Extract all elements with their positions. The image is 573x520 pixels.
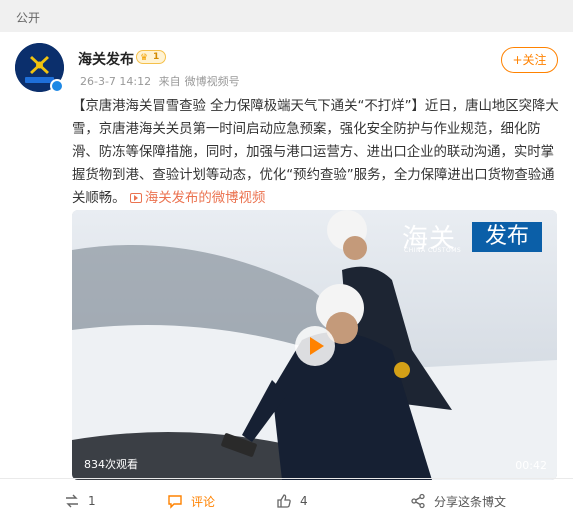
- post-body: 【京唐港海关冒雪查验 全力保障极端天气下通关“不打烊”】近日，唐山地区突降大雪，…: [72, 99, 559, 206]
- crown-icon: ♛: [140, 53, 149, 63]
- comment-icon: [168, 495, 182, 509]
- like-count: 4: [300, 494, 308, 508]
- repost-count: 1: [88, 494, 96, 508]
- video-link[interactable]: 海关发布的微博视频: [129, 191, 266, 206]
- like-icon: [277, 494, 291, 508]
- verified-badge-icon: [50, 79, 64, 93]
- video-duration: 00:42: [515, 459, 547, 472]
- brand-sub: CHINA CUSTOMS: [404, 247, 462, 254]
- share-label: 分享这条博文: [434, 494, 507, 509]
- video-link-label: 海关发布的微博视频: [144, 191, 266, 206]
- top-bar: 公开: [0, 0, 573, 32]
- like-button[interactable]: 4: [276, 493, 308, 509]
- comment-button[interactable]: 评论: [167, 493, 215, 509]
- vip-level: 1: [153, 52, 160, 62]
- view-count: 834次观看: [84, 458, 138, 471]
- video-player[interactable]: 海关 CHINA CUSTOMS 发布 834次观看 00:42: [72, 210, 557, 480]
- brand-tag: 发布: [472, 222, 542, 252]
- comment-label: 评论: [191, 494, 216, 509]
- visibility-label: 公开: [16, 11, 41, 25]
- post-text: 【京唐港海关冒雪查验 全力保障极端天气下通关“不打烊”】近日，唐山地区突降大雪，…: [72, 95, 562, 210]
- customs-watermark: 海关 CHINA CUSTOMS 发布: [402, 220, 557, 256]
- author-name[interactable]: 海关发布: [78, 49, 134, 69]
- action-bar: 1 评论 4 分享这条博文: [0, 478, 573, 520]
- post-time[interactable]: 26-3-7 14:12: [80, 75, 151, 88]
- source-prefix: 来自: [158, 75, 181, 88]
- repost-button[interactable]: 1: [64, 493, 96, 509]
- vip-badge[interactable]: ♛ 1: [136, 50, 166, 64]
- video-link-icon: [129, 193, 142, 203]
- follow-button[interactable]: +关注: [501, 47, 558, 73]
- repost-icon: [66, 494, 78, 508]
- share-button[interactable]: 分享这条博文: [410, 493, 506, 509]
- post-meta: 26-3-7 14:12 来自 微博视频号: [80, 73, 244, 89]
- play-icon[interactable]: [295, 326, 335, 366]
- post-source[interactable]: 微博视频号: [185, 75, 240, 88]
- share-icon: [411, 493, 425, 509]
- post-card: 海关发布 ♛ 1 26-3-7 14:12 来自 微博视频号 +关注 【京唐港海关…: [0, 32, 573, 520]
